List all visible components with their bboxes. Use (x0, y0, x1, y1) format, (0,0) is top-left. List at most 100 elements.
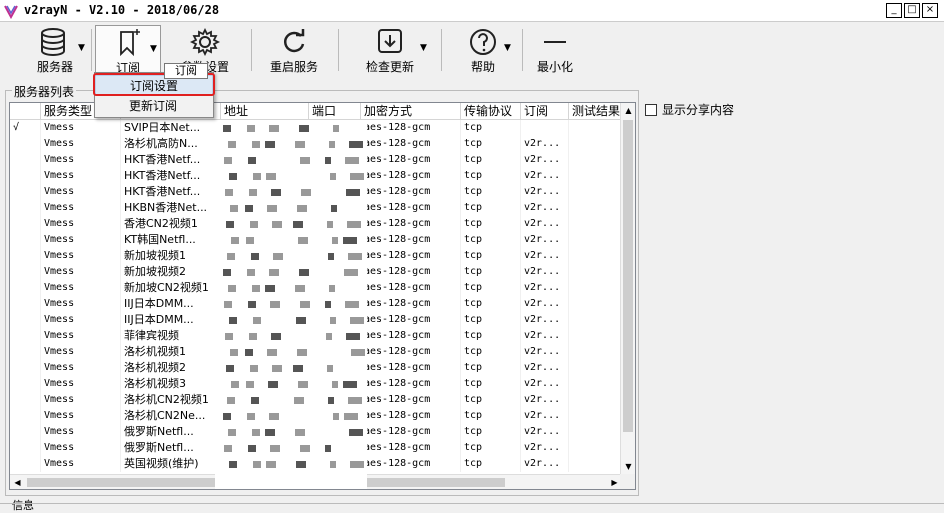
redaction-block (249, 189, 257, 196)
row-alias: 新加坡CN2视频1 (121, 280, 221, 296)
show-share-content-option[interactable]: 显示分享内容 (645, 101, 734, 118)
row-test-result (569, 424, 622, 440)
redaction-block (349, 429, 363, 436)
help-button[interactable]: 帮助 ▼ (450, 25, 516, 75)
row-test-result (569, 248, 622, 264)
window-title: v2rayN - V2.10 - 2018/06/28 (24, 3, 220, 17)
row-transport: tcp (461, 456, 521, 472)
row-type: Vmess (41, 168, 121, 184)
redaction-block (345, 301, 359, 308)
redaction-block (252, 429, 260, 436)
redaction-block (332, 381, 338, 388)
redaction-block (299, 125, 309, 132)
row-check (10, 296, 41, 312)
redaction-block (296, 317, 306, 324)
row-encryption: aes-128-gcm (361, 424, 461, 440)
column-header-subscription[interactable]: 订阅 (521, 103, 569, 120)
row-check (10, 232, 41, 248)
redaction-block (231, 381, 239, 388)
row-transport: tcp (461, 440, 521, 456)
redaction-block (293, 365, 303, 372)
subscribe-button[interactable]: 订阅 ▼ (95, 25, 161, 75)
server-list-table[interactable]: 服务类型 别名 地址 端口 加密方式 传输协议 订阅 测试结果 √VmessSV… (9, 102, 636, 490)
redaction-block (327, 365, 333, 372)
row-type: Vmess (41, 328, 121, 344)
redaction-block (326, 333, 332, 340)
redaction-block (266, 173, 276, 180)
redaction-block (301, 189, 311, 196)
row-subscription: v2r... (521, 136, 569, 152)
row-test-result (569, 200, 622, 216)
row-encryption: aes-128-gcm (361, 376, 461, 392)
row-alias: KT韩国Netfl... (121, 232, 221, 248)
row-transport: tcp (461, 152, 521, 168)
column-header-test-result[interactable]: 测试结果 (569, 103, 622, 120)
minimize-to-tray-button[interactable]: 最小化 (530, 25, 580, 75)
redaction-block (265, 285, 275, 292)
row-type: Vmess (41, 344, 121, 360)
row-subscription: v2r... (521, 168, 569, 184)
redaction-block (227, 253, 235, 260)
close-window-button[interactable]: × (922, 3, 938, 18)
scroll-down-arrow-icon[interactable]: ▼ (621, 459, 635, 474)
row-type: Vmess (41, 248, 121, 264)
redaction-block (348, 253, 362, 260)
servers-button[interactable]: 服务器 ▼ (20, 25, 90, 75)
minimize-window-button[interactable]: _ (886, 3, 902, 18)
row-type: Vmess (41, 184, 121, 200)
vertical-scroll-thumb[interactable] (623, 120, 633, 432)
row-encryption: aes-128-gcm (361, 232, 461, 248)
row-check (10, 344, 41, 360)
row-transport: tcp (461, 200, 521, 216)
row-check (10, 328, 41, 344)
minus-icon (544, 41, 566, 43)
row-type: Vmess (41, 136, 121, 152)
redaction-block (298, 381, 308, 388)
check-update-button[interactable]: 检查更新 ▼ (350, 25, 430, 75)
redaction-block (267, 349, 277, 356)
row-alias: 新加坡视频2 (121, 264, 221, 280)
redaction-block (295, 285, 305, 292)
redaction-block (225, 189, 233, 196)
vertical-scrollbar[interactable]: ▲ ▼ (620, 103, 635, 474)
redaction-block (246, 237, 254, 244)
redaction-block (247, 413, 255, 420)
redaction-block (229, 317, 237, 324)
scroll-left-arrow-icon[interactable]: ◀ (10, 475, 25, 489)
show-share-content-checkbox[interactable] (645, 103, 657, 116)
redaction-block (271, 189, 281, 196)
row-subscription: v2r... (521, 296, 569, 312)
row-transport: tcp (461, 136, 521, 152)
row-check: √ (10, 120, 41, 136)
column-header-check[interactable] (10, 103, 41, 120)
column-header-port[interactable]: 端口 (309, 103, 361, 120)
row-encryption: aes-128-gcm (361, 280, 461, 296)
row-encryption: aes-128-gcm (361, 264, 461, 280)
bookmark-add-icon (120, 29, 140, 57)
row-encryption: aes-128-gcm (361, 216, 461, 232)
redaction-block (300, 157, 310, 164)
redaction-block (350, 461, 364, 468)
column-header-address[interactable]: 地址 (221, 103, 309, 120)
minimize-to-tray-label: 最小化 (536, 60, 573, 74)
redaction-block (299, 269, 309, 276)
row-test-result (569, 392, 622, 408)
redaction-block (297, 349, 307, 356)
row-check (10, 264, 41, 280)
redaction-block (269, 125, 279, 132)
column-header-encryption[interactable]: 加密方式 (361, 103, 461, 120)
column-header-transport[interactable]: 传输协议 (461, 103, 521, 120)
help-dropdown-arrow-icon: ▼ (504, 43, 511, 53)
maximize-window-button[interactable]: □ (904, 3, 920, 18)
menu-item-update-subscription[interactable]: 更新订阅 (95, 96, 213, 116)
servers-dropdown-arrow-icon: ▼ (78, 43, 85, 53)
redaction-block (330, 317, 336, 324)
scroll-up-arrow-icon[interactable]: ▲ (621, 103, 635, 118)
redacted-area (215, 120, 367, 489)
row-encryption: aes-128-gcm (361, 360, 461, 376)
row-check (10, 456, 41, 472)
restart-service-button[interactable]: 重启服务 (262, 25, 326, 75)
row-alias: 洛杉机CN2Ne... (121, 408, 221, 424)
row-transport: tcp (461, 184, 521, 200)
row-encryption: aes-128-gcm (361, 248, 461, 264)
